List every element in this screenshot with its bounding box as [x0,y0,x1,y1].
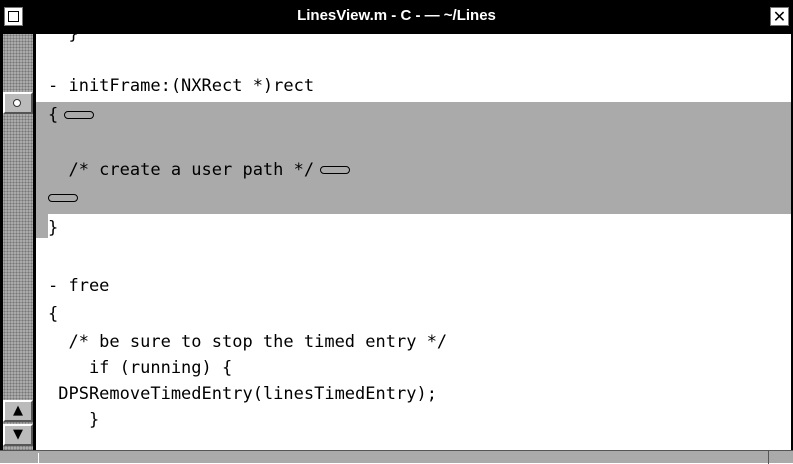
code-line: } [48,218,59,238]
code-line: - free [48,276,110,296]
scroll-knob[interactable] [3,92,33,114]
scroll-down-button[interactable]: ▼ [3,424,33,446]
code-line [42,186,78,210]
code-line: { [48,304,59,324]
arrow-up-icon: ▲ [13,403,23,418]
editor-window: LinesView.m - C - — ~/Lines ✕ ▲ ▼ } - in… [0,0,793,464]
resize-handle-right[interactable] [768,451,769,464]
vertical-scroller[interactable]: ▲ ▼ [0,34,36,450]
code-line: - initFrame:(NXRect *)rect [48,76,315,96]
close-icon: ✕ [772,7,787,26]
selection-highlight-end [36,214,48,238]
code-line: DPSRemoveTimedEntry(linesTimedEntry); [48,384,437,404]
scroll-up-button[interactable]: ▲ [3,400,33,422]
code-line: /* be sure to stop the timed entry */ [48,332,448,352]
code-line: if (running) { [48,358,233,378]
title-bar[interactable]: LinesView.m - C - — ~/Lines ✕ [0,0,793,34]
knob-dimple-icon [13,99,21,107]
code-text-area[interactable]: } - initFrame:(NXRect *)rect { /* create… [36,34,793,450]
tab-marker-icon [64,111,95,119]
close-button[interactable]: ✕ [770,7,789,26]
window-title: LinesView.m - C - — ~/Lines [297,7,496,24]
resize-handle-left[interactable] [38,453,61,463]
arrow-down-icon: ▼ [13,427,23,442]
resize-bar[interactable] [0,450,793,464]
tab-marker-icon [320,166,351,174]
code-line: { [48,103,95,127]
code-line: /* create a user path */ [48,158,351,182]
code-line: } [48,34,79,44]
tab-marker-icon [48,194,78,202]
code-line: } [48,410,100,430]
